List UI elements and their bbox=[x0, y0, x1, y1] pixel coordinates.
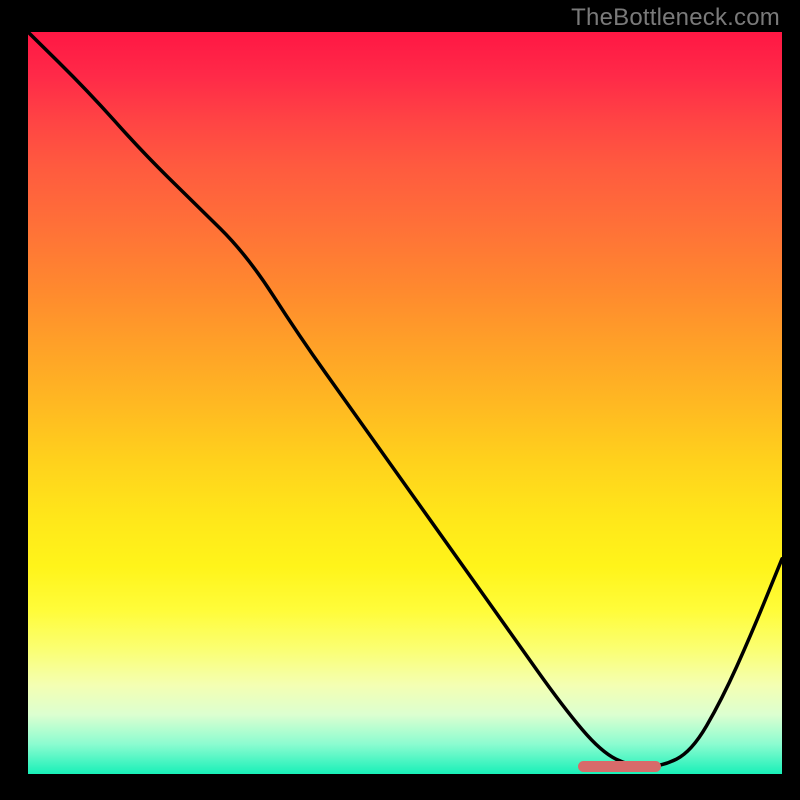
bottleneck-curve bbox=[28, 32, 782, 774]
watermark-text: TheBottleneck.com bbox=[571, 4, 780, 32]
chart-container: TheBottleneck.com bbox=[0, 0, 800, 800]
optimum-range-marker bbox=[578, 761, 661, 772]
